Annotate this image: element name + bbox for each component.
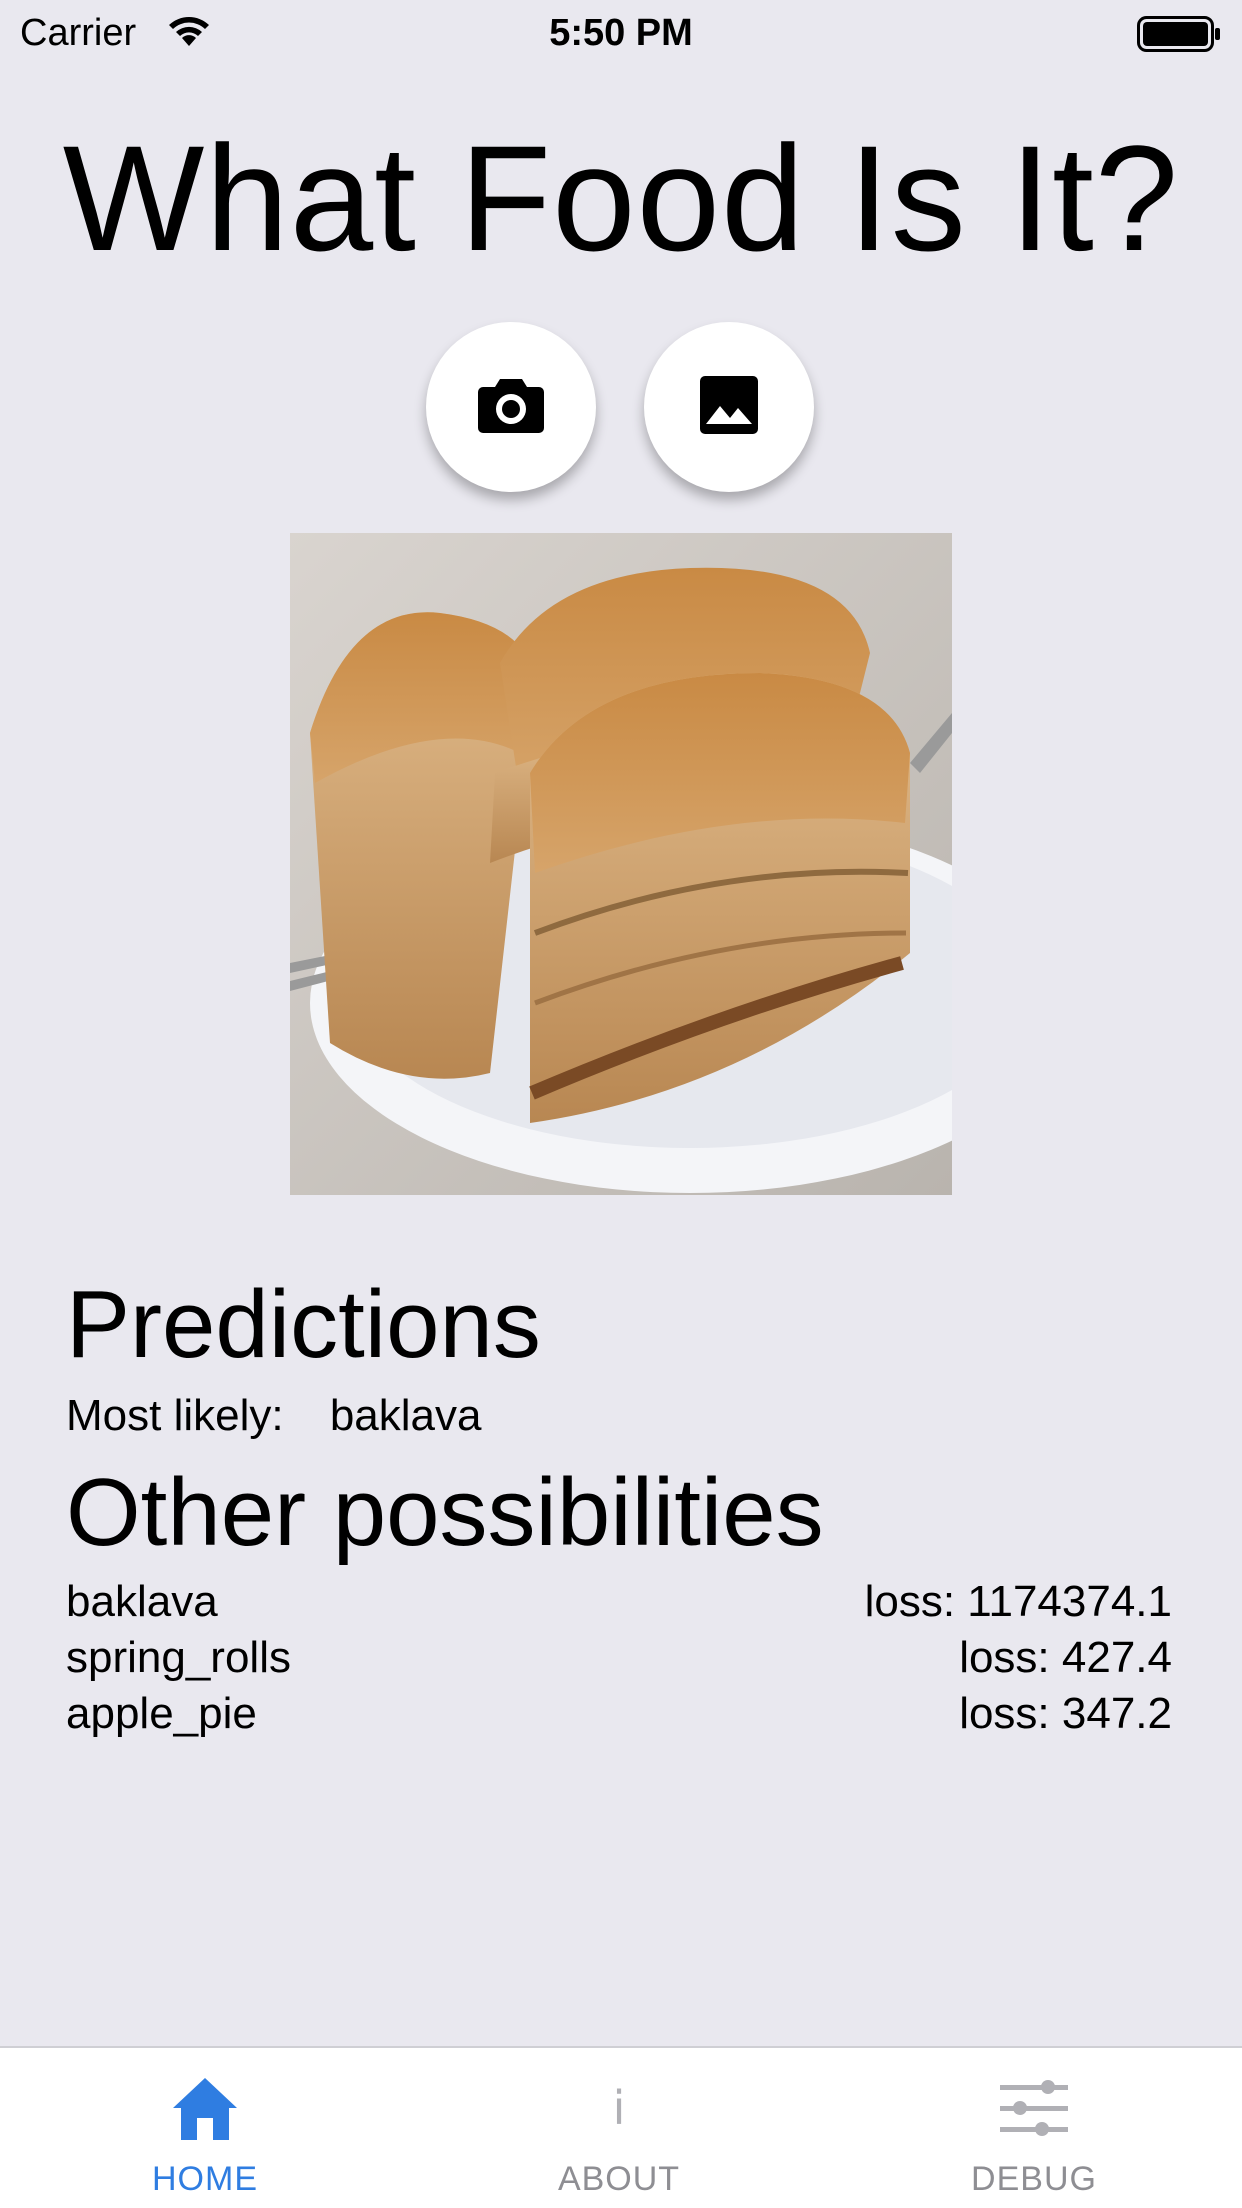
sliders-icon xyxy=(904,2068,1164,2148)
image-icon xyxy=(698,374,760,441)
list-item: apple_pie loss: 347.2 xyxy=(66,1686,1172,1742)
list-item: baklava loss: 1174374.1 xyxy=(66,1574,1172,1630)
camera-button[interactable] xyxy=(426,322,596,492)
possibility-list: baklava loss: 1174374.1 spring_rolls los… xyxy=(66,1574,1172,1742)
clock: 5:50 PM xyxy=(549,12,693,54)
possibility-name: apple_pie xyxy=(66,1689,257,1738)
tab-about[interactable]: i ABOUT xyxy=(489,2048,749,2208)
possibility-name: spring_rolls xyxy=(66,1633,291,1682)
tab-bar: HOME i ABOUT DEBUG xyxy=(0,2046,1242,2208)
app-screen: Carrier 5:50 PM What Food Is It? Predict… xyxy=(0,0,1242,2208)
possibility-name: baklava xyxy=(66,1577,218,1626)
page-title: What Food Is It? xyxy=(62,114,1180,282)
possibility-loss: loss: 427.4 xyxy=(959,1633,1172,1682)
possibility-loss: loss: 347.2 xyxy=(959,1689,1172,1738)
info-glyph: i xyxy=(612,2081,626,2135)
status-bar: Carrier 5:50 PM xyxy=(0,0,1242,66)
other-possibilities-heading: Other possibilities xyxy=(66,1459,824,1566)
tab-home[interactable]: HOME xyxy=(75,2048,335,2208)
tab-home-label: HOME xyxy=(152,2160,258,2198)
most-likely-value: baklava xyxy=(329,1391,482,1440)
home-icon xyxy=(75,2068,335,2148)
camera-icon xyxy=(476,375,546,440)
battery-icon xyxy=(1137,16,1221,52)
info-icon: i xyxy=(489,2068,749,2148)
tab-debug-label: DEBUG xyxy=(971,2160,1097,2198)
most-likely-row: Most likely: baklava xyxy=(66,1390,482,1442)
predictions-heading: Predictions xyxy=(66,1271,541,1378)
food-photo xyxy=(290,533,952,1195)
most-likely-label: Most likely: xyxy=(66,1391,284,1440)
list-item: spring_rolls loss: 427.4 xyxy=(66,1630,1172,1686)
gallery-button[interactable] xyxy=(644,322,814,492)
tab-debug[interactable]: DEBUG xyxy=(904,2048,1164,2208)
tab-about-label: ABOUT xyxy=(557,2160,681,2198)
possibility-loss: loss: 1174374.1 xyxy=(864,1577,1172,1626)
